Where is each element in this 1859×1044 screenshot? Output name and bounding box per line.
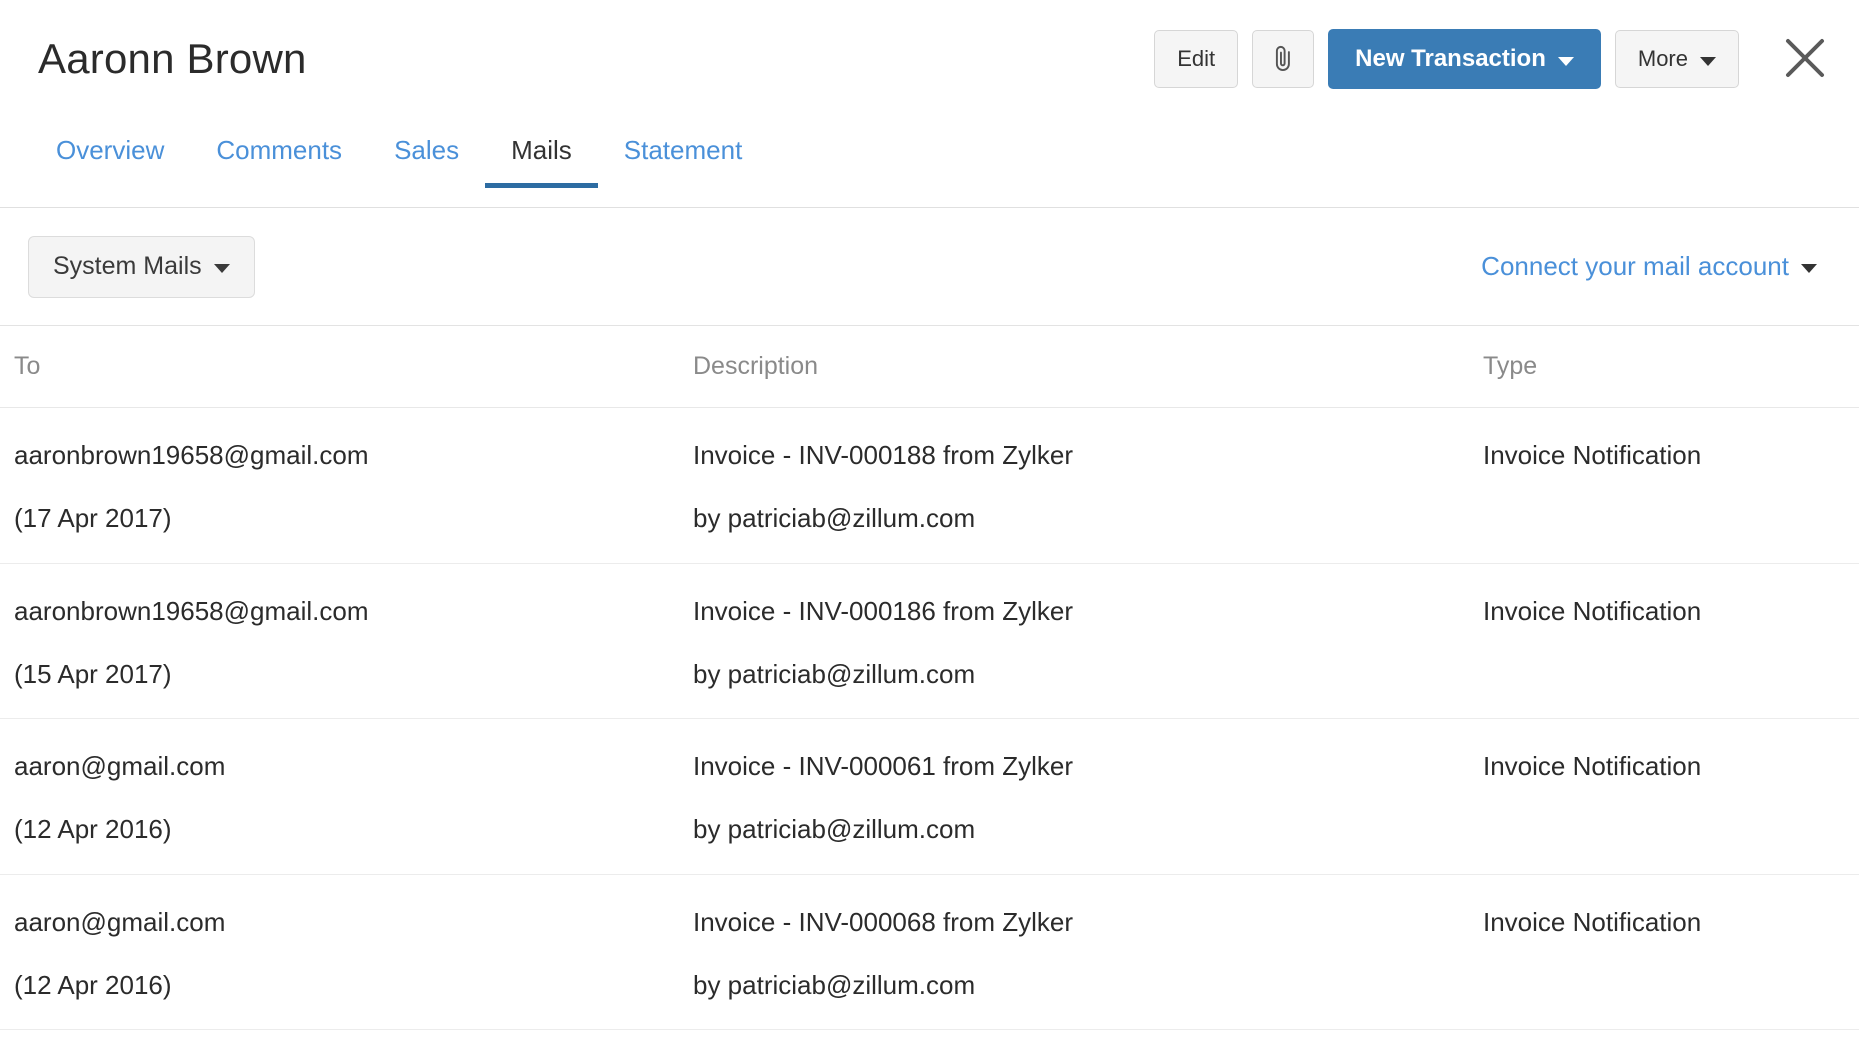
column-header-type: Type <box>1483 352 1859 381</box>
mail-type: Invoice Notification <box>1483 598 1859 625</box>
tab-overview[interactable]: Overview <box>30 118 190 187</box>
column-header-description: Description <box>693 352 1483 381</box>
table-row[interactable]: aaronbrown19658@gmail.com (15 Apr 2017) … <box>0 564 1859 720</box>
mail-sender: by patriciab@zillum.com <box>693 816 1483 843</box>
cell-description: Invoice - INV-000186 from Zylker by patr… <box>693 598 1483 689</box>
sent-date: (12 Apr 2016) <box>14 816 693 843</box>
tab-statement[interactable]: Statement <box>598 118 769 187</box>
tab-sales[interactable]: Sales <box>368 118 485 187</box>
cell-type: Invoice Notification <box>1483 909 1859 936</box>
mail-sender: by patriciab@zillum.com <box>693 661 1483 688</box>
table-row[interactable]: aaron@gmail.com (12 Apr 2016) Invoice - … <box>0 719 1859 875</box>
recipient-email: aaron@gmail.com <box>14 753 693 780</box>
table-header-row: To Description Type <box>0 326 1859 408</box>
chevron-down-icon <box>214 264 230 273</box>
recipient-email: aaronbrown19658@gmail.com <box>14 598 693 625</box>
new-transaction-label: New Transaction <box>1355 45 1546 73</box>
cell-to: aaron@gmail.com (12 Apr 2016) <box>0 909 693 1000</box>
new-transaction-button[interactable]: New Transaction <box>1328 29 1601 89</box>
sent-date: (15 Apr 2017) <box>14 661 693 688</box>
mail-type: Invoice Notification <box>1483 909 1859 936</box>
connect-mail-account-link[interactable]: Connect your mail account <box>1481 251 1817 282</box>
customer-detail-page: Aaronn Brown Edit New Transaction More <box>0 0 1859 1044</box>
chevron-down-icon <box>1700 57 1716 66</box>
chevron-down-icon <box>1801 264 1817 273</box>
cell-description: Invoice - INV-000061 from Zylker by patr… <box>693 753 1483 844</box>
mail-filter-bar: System Mails Connect your mail account <box>0 208 1859 326</box>
edit-button[interactable]: Edit <box>1154 30 1238 88</box>
cell-type: Invoice Notification <box>1483 598 1859 625</box>
tab-mails[interactable]: Mails <box>485 118 598 187</box>
attachment-button[interactable] <box>1252 30 1314 88</box>
sent-date: (17 Apr 2017) <box>14 505 693 532</box>
mail-subject: Invoice - INV-000061 from Zylker <box>693 753 1483 780</box>
mails-table: To Description Type aaronbrown19658@gmai… <box>0 326 1859 1030</box>
cell-to: aaronbrown19658@gmail.com (15 Apr 2017) <box>0 598 693 689</box>
close-button[interactable] <box>1779 33 1831 85</box>
close-icon <box>1782 35 1828 84</box>
paperclip-icon <box>1270 44 1296 74</box>
mail-type: Invoice Notification <box>1483 753 1859 780</box>
recipient-email: aaronbrown19658@gmail.com <box>14 442 693 469</box>
cell-type: Invoice Notification <box>1483 753 1859 780</box>
tab-bar: Overview Comments Sales Mails Statement <box>0 118 1859 208</box>
more-button[interactable]: More <box>1615 30 1739 88</box>
connect-mail-account-label: Connect your mail account <box>1481 251 1789 282</box>
mail-subject: Invoice - INV-000068 from Zylker <box>693 909 1483 936</box>
mail-filter-dropdown[interactable]: System Mails <box>28 236 255 298</box>
mail-subject: Invoice - INV-000186 from Zylker <box>693 598 1483 625</box>
page-title: Aaronn Brown <box>38 38 307 80</box>
table-row[interactable]: aaronbrown19658@gmail.com (17 Apr 2017) … <box>0 408 1859 564</box>
mail-sender: by patriciab@zillum.com <box>693 505 1483 532</box>
mail-type: Invoice Notification <box>1483 442 1859 469</box>
cell-description: Invoice - INV-000188 from Zylker by patr… <box>693 442 1483 533</box>
sent-date: (12 Apr 2016) <box>14 972 693 999</box>
mail-sender: by patriciab@zillum.com <box>693 972 1483 999</box>
cell-type: Invoice Notification <box>1483 442 1859 469</box>
mail-subject: Invoice - INV-000188 from Zylker <box>693 442 1483 469</box>
chevron-down-icon <box>1558 57 1574 66</box>
mail-filter-label: System Mails <box>53 252 202 281</box>
tab-comments[interactable]: Comments <box>190 118 368 187</box>
header-actions: Edit New Transaction More <box>1154 29 1831 89</box>
cell-description: Invoice - INV-000068 from Zylker by patr… <box>693 909 1483 1000</box>
table-row[interactable]: aaron@gmail.com (12 Apr 2016) Invoice - … <box>0 875 1859 1031</box>
cell-to: aaron@gmail.com (12 Apr 2016) <box>0 753 693 844</box>
cell-to: aaronbrown19658@gmail.com (17 Apr 2017) <box>0 442 693 533</box>
page-header: Aaronn Brown Edit New Transaction More <box>0 0 1859 118</box>
column-header-to: To <box>0 352 693 381</box>
recipient-email: aaron@gmail.com <box>14 909 693 936</box>
more-label: More <box>1638 46 1688 72</box>
